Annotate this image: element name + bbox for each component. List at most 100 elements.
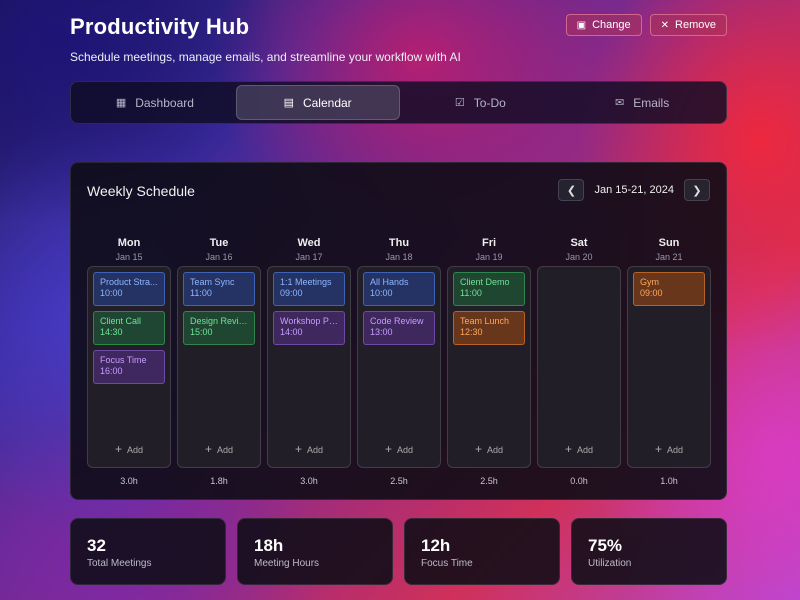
main-tabs: ▦ Dashboard ▤ Calendar ☑ To-Do ✉ Emails	[70, 81, 727, 124]
event-name: Workshop Pr...	[280, 316, 338, 326]
page-title: Productivity Hub	[70, 14, 250, 39]
event-time: 14:30	[100, 327, 123, 337]
event-time: 13:00	[370, 327, 393, 337]
event-name: Product Stra...	[100, 277, 158, 287]
calendar-event[interactable]: Product Stra... 10:00	[93, 272, 165, 306]
stat-value: 32	[87, 536, 106, 555]
add-event-button[interactable]: + Add	[538, 442, 620, 456]
tab-calendar[interactable]: ▤ Calendar	[235, 85, 400, 120]
calendar-event[interactable]: All Hands 10:00	[363, 272, 435, 306]
page-subtitle: Schedule meetings, manage emails, and st…	[70, 50, 461, 64]
previous-week-button[interactable]: ❮	[558, 179, 585, 201]
stat-value: 75%	[588, 536, 623, 555]
remove-button-label: Remove	[675, 19, 716, 31]
change-background-button[interactable]: ▣ Change	[565, 14, 642, 36]
day-column: Team Sync 11:00 Design Review 15:00 + Add	[177, 266, 261, 468]
stat-label: Total Meetings	[87, 558, 152, 569]
add-label: Add	[127, 445, 144, 455]
day-column: Client Demo 11:00 Team Lunch 12:30 + Add	[447, 266, 531, 468]
add-label: Add	[217, 445, 234, 455]
add-event-button[interactable]: + Add	[178, 442, 260, 456]
calendar-event[interactable]: 1:1 Meetings 09:00	[273, 272, 345, 306]
add-event-button[interactable]: + Add	[88, 442, 170, 456]
next-week-button[interactable]: ❯	[684, 179, 710, 201]
tab-label: Emails	[633, 95, 670, 110]
day-date: Jan 20	[565, 252, 593, 262]
event-name: Gym	[640, 277, 659, 287]
day-wed: Wed Jan 17 1:1 Meetings 09:00 Workshop Pr...…	[267, 237, 351, 486]
day-name: Sat	[570, 237, 588, 249]
plus-icon: +	[474, 442, 482, 456]
calendar-icon: ▤	[283, 97, 294, 109]
remove-background-button[interactable]: ✕ Remove	[649, 14, 727, 36]
day-mon: Mon Jan 15 Product Stra... 10:00 Client Call…	[87, 237, 171, 486]
calendar-event[interactable]: Team Lunch 12:30	[453, 311, 525, 345]
checkbox-icon: ☑	[454, 97, 465, 109]
event-name: Team Sync	[190, 277, 235, 287]
event-time: 11:00	[190, 288, 212, 298]
event-time: 10:00	[100, 288, 123, 298]
background-controls: ▣ Change ✕ Remove	[565, 14, 727, 36]
day-name: Thu	[388, 237, 410, 249]
calendar-event[interactable]: Code Review 13:00	[363, 311, 435, 345]
stat-card-focus-time: 12h Focus Time	[404, 518, 560, 585]
day-date: Jan 21	[655, 252, 683, 262]
stat-label: Focus Time	[421, 558, 473, 569]
tab-label: Calendar	[302, 95, 352, 110]
day-name: Sun	[658, 237, 680, 249]
event-time: 11:00	[460, 288, 482, 298]
calendar-event[interactable]: Focus Time 16:00	[93, 350, 165, 384]
day-total-hours: 3.0h	[120, 476, 138, 486]
tab-todo[interactable]: ☑ To-Do	[400, 85, 562, 120]
event-name: All Hands	[370, 277, 409, 287]
plus-icon: +	[294, 442, 302, 456]
add-event-button[interactable]: + Add	[448, 442, 530, 456]
day-total-hours: 2.5h	[480, 476, 498, 486]
grid-icon: ▦	[115, 97, 127, 109]
day-column: 1:1 Meetings 09:00 Workshop Pr... 14:00 + Add	[267, 266, 351, 468]
plus-icon: +	[384, 442, 392, 456]
day-name: Mon	[117, 237, 141, 249]
page-header: Productivity Hub Schedule meetings, mana…	[70, 14, 461, 64]
event-time: 15:00	[190, 327, 213, 337]
event-time: 12:30	[460, 327, 483, 337]
stats-row: 32 Total Meetings 18h Meeting Hours 12h …	[70, 518, 727, 585]
image-icon: ▣	[576, 19, 587, 31]
stat-label: Meeting Hours	[254, 558, 320, 569]
add-event-button[interactable]: + Add	[268, 442, 350, 456]
day-name: Wed	[297, 237, 321, 249]
event-time: 14:00	[280, 327, 303, 337]
week-navigation: ❮ Jan 15-21, 2024 ❯	[558, 179, 710, 201]
event-name: 1:1 Meetings	[280, 277, 332, 287]
calendar-event[interactable]: Client Call 14:30	[93, 311, 165, 345]
stat-value: 12h	[421, 536, 451, 555]
event-time: 16:00	[100, 366, 123, 376]
tab-emails[interactable]: ✉ Emails	[561, 85, 723, 120]
plus-icon: +	[564, 442, 572, 456]
stat-card-meeting-hours: 18h Meeting Hours	[237, 518, 393, 585]
day-date: Jan 16	[205, 252, 233, 262]
event-name: Code Review	[370, 316, 424, 326]
day-sat: Sat Jan 20 + Add 0.0h	[537, 237, 621, 486]
day-total-hours: 3.0h	[300, 476, 318, 486]
event-name: Design Review	[190, 316, 248, 326]
add-event-button[interactable]: + Add	[628, 442, 710, 456]
day-column: Product Stra... 10:00 Client Call 14:30 Focu…	[87, 266, 171, 468]
day-column: All Hands 10:00 Code Review 13:00 + Add	[357, 266, 441, 468]
day-name: Tue	[209, 237, 229, 249]
day-columns: Mon Jan 15 Product Stra... 10:00 Client Call…	[87, 237, 711, 486]
stat-card-utilization: 75% Utilization	[571, 518, 727, 585]
calendar-event[interactable]: Gym 09:00	[633, 272, 705, 306]
tab-dashboard[interactable]: ▦ Dashboard	[74, 85, 236, 120]
day-date: Jan 19	[475, 252, 503, 262]
calendar-event[interactable]: Client Demo 11:00	[453, 272, 525, 306]
day-total-hours: 1.0h	[660, 476, 678, 486]
plus-icon: +	[114, 442, 122, 456]
event-name: Focus Time	[100, 355, 147, 365]
calendar-event[interactable]: Team Sync 11:00	[183, 272, 255, 306]
add-label: Add	[667, 445, 684, 455]
close-icon: ✕	[660, 19, 670, 31]
calendar-event[interactable]: Design Review 15:00	[183, 311, 255, 345]
add-event-button[interactable]: + Add	[358, 442, 440, 456]
calendar-event[interactable]: Workshop Pr... 14:00	[273, 311, 345, 345]
